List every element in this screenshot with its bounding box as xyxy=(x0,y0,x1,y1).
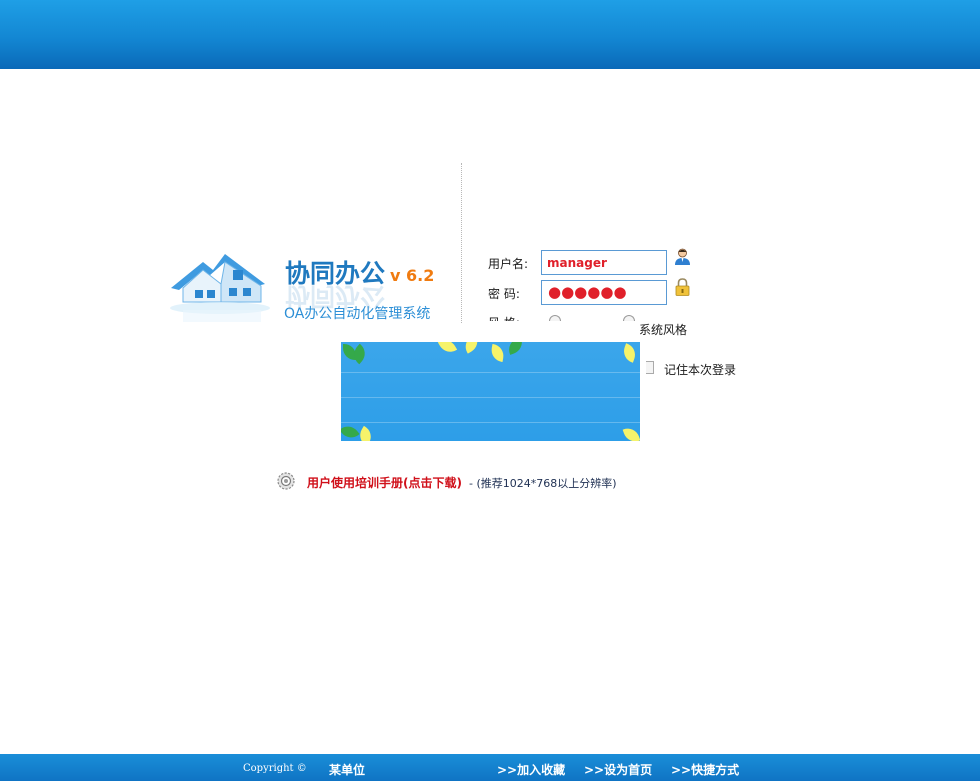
set-homepage-link[interactable]: >>设为首页 xyxy=(584,761,652,778)
user-icon xyxy=(675,248,690,265)
organization-name: 某单位 xyxy=(329,763,366,777)
house-logo-icon xyxy=(170,254,270,322)
copyright-text: Copyright © xyxy=(243,763,307,774)
gear-icon xyxy=(277,472,295,490)
style-option-system-label: 系统风格 xyxy=(640,323,687,337)
shortcut-link[interactable]: >>快捷方式 xyxy=(671,761,739,778)
resolution-note: - (推荐1024*768以上分辨率) xyxy=(469,477,617,490)
username-label: 用户名: xyxy=(488,257,529,271)
add-favorite-link[interactable]: >>加入收藏 xyxy=(497,761,565,778)
leaf-decoration xyxy=(489,343,506,363)
username-input[interactable] xyxy=(541,250,667,275)
leaf-decoration xyxy=(437,342,458,357)
password-mask: ●●●●●● xyxy=(548,283,627,301)
form-mask-top xyxy=(462,321,640,342)
login-page: 协同办公 协同办公 v 6.2 OA办公自动化管理系统 用户名: 密 码: ●●… xyxy=(0,0,980,781)
logo-subtitle: OA办公自动化管理系统 xyxy=(284,306,431,322)
leaf-decoration xyxy=(622,425,640,441)
lock-icon xyxy=(675,278,690,296)
remember-label: 记住本次登录 xyxy=(664,363,737,377)
leaf-decoration xyxy=(620,343,639,363)
password-input[interactable]: ●●●●●● xyxy=(541,280,667,305)
leaf-decoration xyxy=(461,342,482,354)
password-label: 密 码: xyxy=(488,287,520,301)
manual-download-link[interactable]: 用户使用培训手册(点击下载) xyxy=(307,474,462,491)
style-label: 风 格: xyxy=(488,314,520,321)
leaf-decoration xyxy=(505,342,526,355)
app-logo: 协同办公 协同办公 v 6.2 OA办公自动化管理系统 xyxy=(165,240,440,330)
top-header-band xyxy=(0,0,980,69)
vertical-divider xyxy=(461,163,462,323)
logo-version: v 6.2 xyxy=(390,266,435,285)
login-button-banner[interactable] xyxy=(341,342,640,441)
remember-checkbox[interactable] xyxy=(646,361,654,374)
footer-bar: Copyright © 某单位 >>加入收藏 >>设为首页 >>快捷方式 xyxy=(0,754,980,781)
leaf-decoration xyxy=(341,421,360,441)
